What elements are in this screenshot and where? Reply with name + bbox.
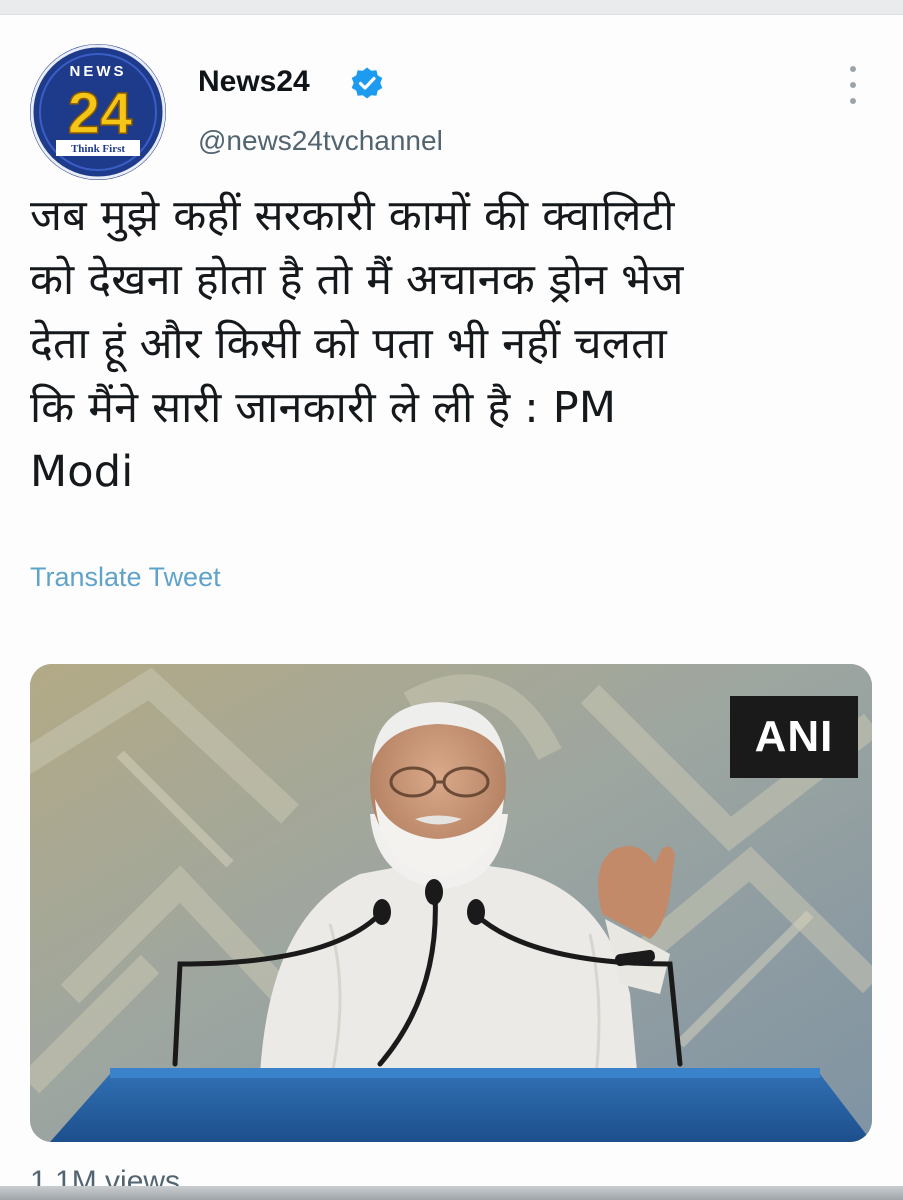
tweet-text-line: जब मुझे कहीं सरकारी कामों की क्वालिटी — [30, 191, 675, 241]
top-divider — [0, 0, 903, 15]
avatar-number: 24 — [68, 81, 133, 146]
display-name[interactable]: News24 — [198, 64, 310, 100]
tweet-text: जब मुझे कहीं सरकारी कामों की क्वालिटी को… — [30, 184, 860, 504]
bottom-edge — [0, 1186, 903, 1200]
news24-logo-icon: NEWS 24 Think First — [30, 44, 166, 180]
tweet-text-line: कि मैंने सारी जानकारी ले ली है : PM — [30, 383, 617, 433]
news24-logo-avatar[interactable]: NEWS 24 Think First — [30, 44, 166, 180]
tweet-text-line: Modi — [30, 447, 134, 497]
tweet-media-image[interactable]: ANI — [30, 664, 872, 1142]
avatar-tagline: Think First — [71, 143, 125, 155]
ani-watermark: ANI — [730, 696, 858, 778]
avatar-top-text: NEWS — [70, 63, 127, 80]
verified-badge-icon — [350, 66, 384, 100]
tweet-text-line: को देखना होता है तो मैं अचानक ड्रोन भेज — [30, 255, 684, 305]
account-handle[interactable]: @news24tvchannel — [198, 124, 443, 158]
translate-tweet-link[interactable]: Translate Tweet — [30, 560, 221, 594]
tweet-text-line: देता हूं और किसी को पता भी नहीं चलता — [30, 319, 667, 369]
tweet-screenshot: NEWS 24 Think First News24 @news24tvchan… — [0, 0, 903, 1200]
more-options-icon[interactable] — [840, 62, 866, 108]
